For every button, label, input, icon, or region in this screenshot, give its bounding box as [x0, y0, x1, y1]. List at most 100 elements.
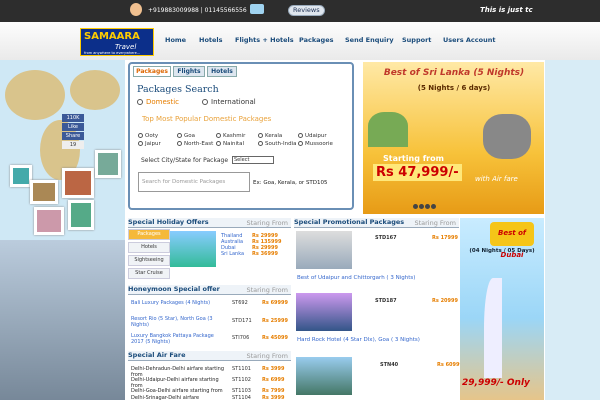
chat-icon[interactable] [250, 4, 264, 14]
tab-packages[interactable]: Packages [133, 66, 171, 77]
holiday-tab-sightseeing[interactable]: Sightseeing [128, 255, 170, 266]
promo-staring: Staring From [414, 219, 456, 227]
logo-sub: Travel [115, 43, 137, 51]
slider-dots[interactable] [413, 204, 437, 211]
hardrock-image[interactable] [296, 293, 352, 331]
nav-users-account[interactable]: Users Account [443, 36, 495, 44]
honeymoon-title: Honeymoon Special offer [128, 285, 220, 293]
radio-domestic[interactable]: Domestic [137, 98, 179, 106]
airfare-code: ST1102 [232, 377, 251, 383]
honeymoon-code: STI706 [232, 335, 250, 341]
banner-title: Best of Sri Lanka (5 Nights) [383, 68, 525, 78]
banner-sub: (5 Nights / 6 days) [417, 84, 491, 92]
nav-support[interactable]: Support [402, 36, 431, 44]
travel-photo [30, 180, 58, 204]
nav-flights-hotels[interactable]: Flights + Hotels [235, 36, 294, 44]
top-bar: +919883009988 | 01145566556 Reviews This… [0, 0, 600, 22]
honeymoon-item[interactable]: Resort Rio (5 Star), North Goa (3 Nights… [131, 316, 227, 328]
udaipur-image[interactable] [296, 231, 352, 269]
gplus-count[interactable]: 19 [62, 141, 84, 149]
dest-kashmir[interactable]: Kashmir [216, 133, 245, 139]
travel-photo [68, 200, 94, 230]
tab-hotels[interactable]: Hotels [207, 66, 237, 77]
nav-send-enquiry[interactable]: Send Enquiry [345, 36, 394, 44]
airfare-item[interactable]: Delhi-Srinagar-Delhi airfare [131, 395, 229, 401]
honeymoon-price: Rs 45099 [262, 335, 288, 341]
search-example: Ex: Goa, Kerala, or STD105 [253, 180, 328, 186]
airfare-code: ST1101 [232, 366, 251, 372]
dest-north-east[interactable]: North-East [177, 141, 213, 147]
dest-mussoorie[interactable]: Mussoorie [298, 141, 333, 147]
popular-domestic-title: Top Most Popular Domestic Packages [142, 115, 272, 123]
dubai-ad[interactable]: Best of Dubai (04 Nights / 05 Days) 29,9… [460, 218, 544, 400]
share-button[interactable]: Share [62, 132, 84, 140]
travel-photo [10, 165, 32, 187]
promo-link[interactable]: Hard Rock Hotel (4 Star Dlx), Goa ( 3 Ni… [297, 337, 420, 343]
samaara-logo[interactable]: SAMAARA Travel from anywhere to everywhe… [80, 28, 154, 56]
dest-south-india[interactable]: South-India [258, 141, 296, 147]
eiffel-couple-image [0, 240, 125, 400]
travel-photo [62, 168, 94, 198]
holiday-tab-hotels[interactable]: Hotels [128, 242, 170, 253]
radio-international[interactable]: International [202, 98, 256, 106]
select-city-label: Select City/State for Package [141, 157, 229, 164]
elephant-illustration [483, 114, 531, 159]
island-image[interactable] [296, 357, 352, 395]
holiday-offers-staring: Staring From [246, 219, 288, 227]
dest-goa[interactable]: Goa [177, 133, 195, 139]
airfare-price: Rs 3999 [262, 395, 285, 401]
holiday-tab-packages[interactable]: Packages [128, 229, 170, 240]
domestic-search-input[interactable]: Search for Domestic Packages [138, 172, 250, 192]
promo-link[interactable]: Best of Udaipur and Chittorgarh ( 3 Nigh… [297, 275, 415, 281]
promo-title: Special Promotional Packages [294, 218, 405, 226]
dubai-title: Best of Dubai [490, 222, 534, 259]
burj-al-arab-image [484, 278, 502, 378]
marquee-text: This is just tc [480, 6, 533, 14]
temple-illustration [368, 112, 408, 147]
city-select[interactable]: Select [232, 156, 274, 164]
nav-home[interactable]: Home [165, 36, 186, 44]
honeymoon-item[interactable]: Bali Luxury Packages (4 Nights) [131, 300, 227, 306]
promo-price: Rs 20999 [432, 298, 458, 304]
dest-udaipur[interactable]: Udaipur [298, 133, 327, 139]
phone-numbers: +919883009988 | 01145566556 [148, 7, 247, 14]
honeymoon-price: Rs 25999 [262, 318, 288, 324]
holiday-dest[interactable]: Sri Lanka [221, 251, 244, 257]
like-button[interactable]: Like [62, 123, 84, 131]
radio-domestic-label: Domestic [146, 98, 179, 106]
user-icon [130, 3, 142, 16]
banner-air: with Air fare [475, 175, 518, 183]
banner-price: Rs 47,999/- [373, 164, 462, 181]
promo-code: STD167 [375, 235, 397, 241]
promo-price: Rs 17999 [432, 235, 458, 241]
travel-photo [34, 207, 64, 235]
reviews-button[interactable]: Reviews [288, 5, 325, 16]
dest-nainital[interactable]: Nainital [216, 141, 244, 147]
airfare-title: Special Air Fare [128, 351, 186, 359]
sri-lanka-banner[interactable]: Best of Sri Lanka (5 Nights) (5 Nights /… [363, 62, 544, 214]
radio-international-label: International [211, 98, 256, 106]
airfare-item[interactable]: Delhi-Goa-Delhi airfare starting from [131, 388, 229, 394]
tab-flights[interactable]: Flights [173, 66, 205, 77]
logo-tagline: from anywhere to everywhere... [84, 51, 141, 55]
airfare-code: ST1103 [232, 388, 251, 394]
nav-hotels[interactable]: Hotels [199, 36, 223, 44]
promo-code: STD187 [375, 298, 397, 304]
dest-jaipur[interactable]: Jaipur [138, 141, 161, 147]
dest-ooty[interactable]: Ooty [138, 133, 158, 139]
honeymoon-staring: Staring From [246, 286, 288, 294]
airfare-price: Rs 6999 [262, 377, 285, 383]
social-buttons: 110K Like Share 19 [62, 114, 84, 150]
travel-photo [95, 150, 121, 178]
dubai-sub: (04 Nights / 05 Days) [469, 248, 535, 254]
nav-packages[interactable]: Packages [299, 36, 333, 44]
holiday-price: Rs 36999 [252, 251, 278, 257]
honeymoon-item[interactable]: Luxury Bangkok Pattaya Package 2017 (5 N… [131, 333, 227, 345]
airfare-price: Rs 7999 [262, 388, 285, 394]
dest-kerala[interactable]: Kerala [258, 133, 282, 139]
airfare-price: Rs 3999 [262, 366, 285, 372]
honeymoon-code: STD171 [232, 318, 252, 324]
airfare-code: ST1104 [232, 395, 251, 401]
holiday-tab-cruise[interactable]: Star Cruise [128, 268, 170, 279]
honeymoon-price: Rs 69999 [262, 300, 288, 306]
